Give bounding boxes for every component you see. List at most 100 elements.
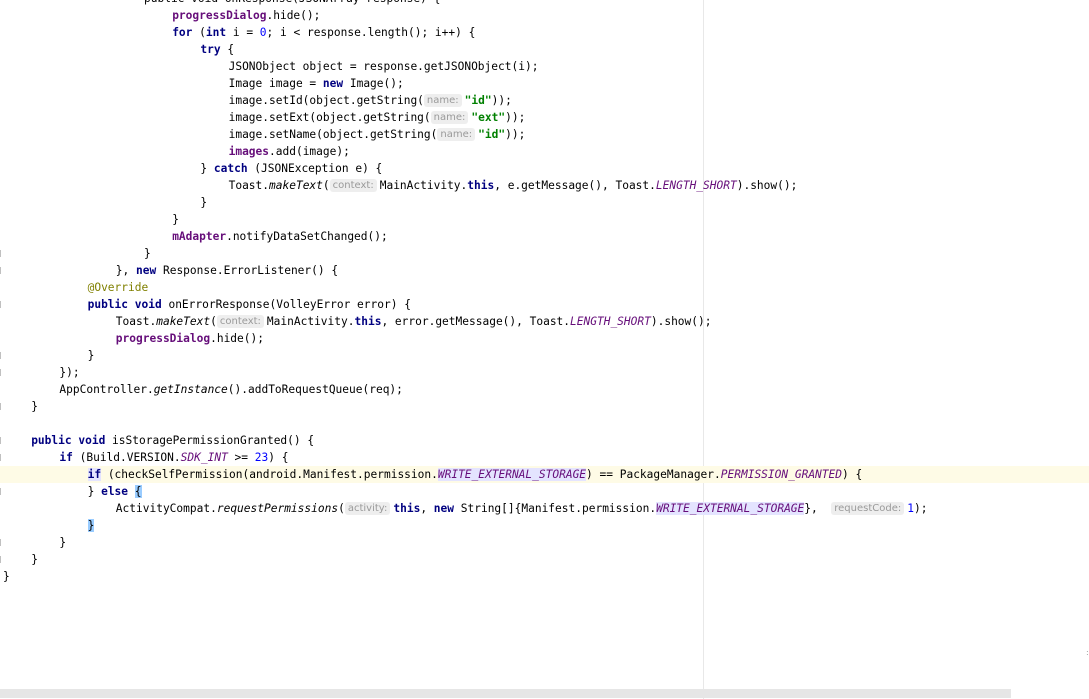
parameter-hint: name: (430, 111, 469, 124)
code-line[interactable]: image.setExt(object.getString(name: "ext"… (0, 109, 1089, 126)
fold-marker-icon[interactable] (0, 352, 3, 359)
code-token: 0 (259, 26, 267, 39)
code-line[interactable]: Toast.makeText(context: MainActivity.this… (0, 177, 1089, 194)
code-line-content: }); (59, 364, 79, 381)
code-line[interactable]: if (Build.VERSION.SDK_INT >= 23) { (0, 449, 1089, 466)
code-line[interactable]: } catch (JSONException e) { (0, 160, 1089, 177)
code-token: }, (115, 264, 137, 277)
code-line[interactable]: public void isStoragePermissionGranted()… (0, 432, 1089, 449)
code-line[interactable]: AppController.getInstance().addToRequest… (0, 381, 1089, 398)
code-token: (checkSelfPermission(android.Manifest.pe… (101, 468, 438, 481)
fold-marker-icon[interactable] (0, 369, 3, 376)
parameter-hint: activity: (344, 502, 391, 515)
code-line[interactable]: } (0, 245, 1089, 262)
code-token: ( (192, 26, 206, 39)
code-line-content: progressDialog.hide(); (116, 330, 264, 347)
code-token: image.setExt(object.getString( (228, 111, 431, 124)
code-line[interactable]: }); (0, 364, 1089, 381)
code-line[interactable]: } (0, 194, 1089, 211)
code-token: 23 (254, 451, 269, 464)
code-line[interactable]: JSONObject object = response.getJSONObje… (0, 58, 1089, 75)
code-line[interactable]: try { (0, 41, 1089, 58)
code-line-content: progressDialog.hide(); (172, 7, 320, 24)
code-token: ( (322, 179, 330, 192)
code-line[interactable]: @Override (0, 279, 1089, 296)
code-line[interactable]: }, new Response.ErrorListener() { (0, 262, 1089, 279)
resize-handle-icon[interactable]: : (1086, 649, 1089, 660)
fold-marker-icon[interactable] (0, 539, 3, 546)
code-line[interactable]: public void onResponse(JSONArray respons… (0, 0, 1089, 7)
code-token: PERMISSION_GRANTED (720, 468, 843, 481)
code-token: Response.ErrorListener() { (156, 264, 339, 277)
code-line[interactable]: image.setName(object.getString(name: "id"… (0, 126, 1089, 143)
code-token: ) { (842, 468, 863, 481)
fold-marker-icon[interactable] (0, 437, 3, 444)
code-line[interactable]: } (0, 398, 1089, 415)
code-line[interactable]: progressDialog.hide(); (0, 7, 1089, 24)
code-line-content: } else { (88, 483, 142, 500)
code-line[interactable]: if (checkSelfPermission(android.Manifest… (0, 466, 1089, 483)
code-line-content: } catch (JSONException e) { (200, 160, 382, 177)
code-line[interactable]: mAdapter.notifyDataSetChanged(); (0, 228, 1089, 245)
code-token: int (205, 26, 227, 39)
code-token: void (134, 298, 162, 311)
code-line[interactable]: image.setId(object.getString(name: "id"))… (0, 92, 1089, 109)
code-line-content: images.add(image); (229, 143, 350, 160)
code-token: new (322, 77, 344, 90)
code-line[interactable]: ActivityCompat.requestPermissions(activi… (0, 500, 1089, 517)
code-line[interactable]: for (int i = 0; i < response.length(); i… (0, 24, 1089, 41)
code-token: { (220, 43, 235, 56)
code-line[interactable]: } (0, 551, 1089, 568)
code-token: try (200, 43, 221, 56)
code-line-content: image.setExt(object.getString(name: "ext"… (228, 109, 526, 126)
code-token: public (31, 434, 72, 447)
code-token: getInstance (153, 383, 228, 396)
code-line[interactable]: } (0, 534, 1089, 551)
code-token: i = (226, 26, 260, 39)
fold-marker-icon[interactable] (0, 301, 3, 308)
code-line[interactable]: Image image = new Image(); (0, 75, 1089, 92)
fold-marker-icon[interactable] (0, 488, 3, 495)
code-token: { (134, 485, 142, 498)
code-line[interactable]: progressDialog.hide(); (0, 330, 1089, 347)
code-token: WRITE_EXTERNAL_STORAGE (437, 468, 587, 481)
code-token: else (101, 485, 129, 498)
code-line-content: } (144, 245, 151, 262)
fold-marker-icon[interactable] (0, 403, 3, 410)
code-editor[interactable]: public void onResponse(JSONArray respons… (0, 0, 1089, 699)
code-line[interactable] (0, 415, 1089, 432)
code-line-content: } (3, 568, 10, 585)
fold-marker-icon[interactable] (0, 454, 3, 461)
code-line[interactable]: } (0, 517, 1089, 534)
fold-marker-icon[interactable] (0, 267, 3, 274)
code-token: new (136, 264, 157, 277)
code-token: "id" (464, 94, 492, 107)
code-token: MainActivity. (266, 315, 355, 328)
code-line-content: public void onResponse(JSONArray respons… (144, 0, 440, 7)
code-token: )); (505, 111, 526, 124)
fold-marker-icon[interactable] (0, 556, 3, 563)
code-line[interactable]: } else { (0, 483, 1089, 500)
code-token: LENGTH_SHORT (655, 179, 737, 192)
fold-marker-icon[interactable] (0, 250, 3, 257)
horizontal-scrollbar[interactable] (0, 689, 1011, 698)
code-line[interactable]: } (0, 347, 1089, 364)
code-token: for (172, 26, 193, 39)
code-line[interactable]: } (0, 568, 1089, 585)
code-token: , e.getMessage(), Toast. (494, 179, 656, 192)
code-line-content: JSONObject object = response.getJSONObje… (229, 58, 539, 75)
code-line-content: if (Build.VERSION.SDK_INT >= 23) { (59, 449, 288, 466)
code-line[interactable]: public void onErrorResponse(VolleyError … (0, 296, 1089, 313)
code-area[interactable]: public void onResponse(JSONArray respons… (0, 0, 1089, 585)
code-line[interactable]: images.add(image); (0, 143, 1089, 160)
code-token: ; i < response.length(); i++) { (266, 26, 476, 39)
code-line[interactable]: Toast.makeText(context: MainActivity.this… (0, 313, 1089, 330)
code-token: >= (227, 451, 255, 464)
code-token: .hide(); (266, 9, 321, 22)
code-line-content: mAdapter.notifyDataSetChanged(); (172, 228, 388, 245)
code-line[interactable]: } (0, 211, 1089, 228)
code-token: @Override (87, 281, 149, 294)
code-token: ().addToRequestQueue(req); (227, 383, 403, 396)
code-token: .add(image); (269, 145, 350, 158)
